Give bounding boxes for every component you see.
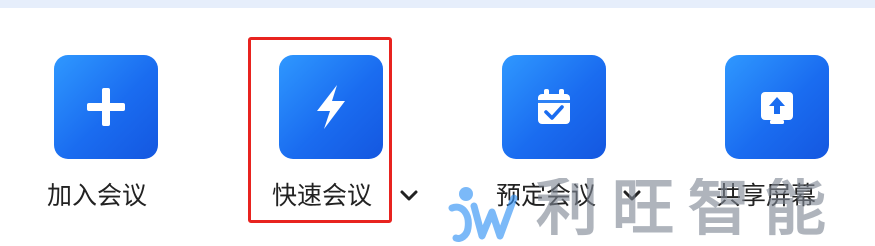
screen-share-icon (755, 85, 799, 129)
schedule-meeting-label: 预定会议 (496, 181, 597, 210)
schedule-meeting-dropdown-chevron-icon[interactable] (622, 186, 642, 206)
quick-meeting-dropdown-chevron-icon[interactable] (399, 186, 419, 206)
calendar-check-icon (532, 85, 576, 129)
share-screen-label: 共享屏幕 (716, 181, 817, 210)
top-header-strip (0, 0, 875, 8)
lightning-icon (311, 83, 351, 131)
join-meeting-button[interactable] (54, 55, 158, 159)
share-screen-button[interactable] (725, 55, 829, 159)
quick-meeting-label: 快速会议 (272, 181, 373, 210)
plus-icon (84, 85, 128, 129)
quick-meeting-button[interactable] (279, 55, 383, 159)
join-meeting-label: 加入会议 (47, 181, 148, 210)
schedule-meeting-button[interactable] (502, 55, 606, 159)
